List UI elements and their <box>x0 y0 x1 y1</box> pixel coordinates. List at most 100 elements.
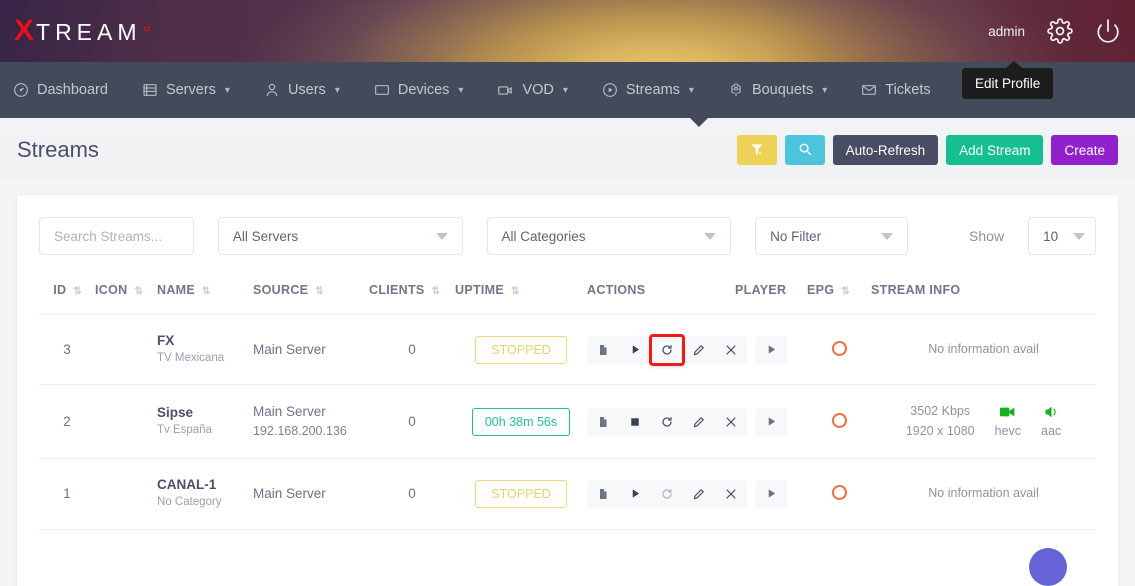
nav-item-tickets[interactable]: Tickets <box>844 62 947 118</box>
table-row[interactable]: 2 Sipse Tv España Main Server 192.168.20… <box>39 385 1096 459</box>
floating-action-button[interactable] <box>1029 548 1067 586</box>
col-source[interactable]: SOURCE ⇅ <box>253 265 369 315</box>
col-icon[interactable]: ICON⇅ <box>95 265 157 315</box>
clear-filter-button[interactable]: x <box>737 135 777 165</box>
epg-circle-icon[interactable] <box>832 485 847 500</box>
player-button-group <box>755 336 787 364</box>
stop-icon[interactable] <box>619 408 651 436</box>
col-name-label: NAME <box>157 283 195 297</box>
nav-label-streams: Streams <box>626 82 680 98</box>
epg-circle-icon[interactable] <box>832 341 847 356</box>
stream-category: No Category <box>157 494 253 511</box>
filter-select-value: No Filter <box>770 229 821 244</box>
servers-select[interactable]: All Servers <box>218 217 463 255</box>
play-icon[interactable] <box>755 336 787 364</box>
resolution-value: 1920 x 1080 <box>906 422 975 441</box>
filter-select[interactable]: No Filter <box>755 217 908 255</box>
table-row[interactable]: 1 CANAL-1 No Category Main Server 0 STOP… <box>39 459 1096 529</box>
cell-epg <box>807 315 871 385</box>
close-x-icon[interactable] <box>715 408 747 436</box>
col-epg-label: EPG <box>807 283 834 297</box>
nav-active-arrow <box>690 118 708 127</box>
nav-item-streams[interactable]: Streams ▾ <box>585 62 711 118</box>
restart-icon[interactable] <box>651 480 683 508</box>
sort-icon: ⇅ <box>841 286 848 297</box>
nav-item-vod[interactable]: VOD ▾ <box>480 62 584 118</box>
cell-actions <box>587 385 735 459</box>
page-size-select[interactable]: 10 <box>1028 217 1096 255</box>
col-player-label: PLAYER <box>735 283 786 297</box>
action-button-group <box>587 336 747 364</box>
file-icon[interactable] <box>587 408 619 436</box>
stream-category: Tv España <box>157 422 253 439</box>
restart-icon[interactable] <box>651 408 683 436</box>
cell-actions <box>587 315 735 385</box>
edit-pencil-icon[interactable] <box>683 336 715 364</box>
sort-icon: ⇅ <box>432 286 439 297</box>
file-icon[interactable] <box>587 480 619 508</box>
chevron-down-icon: ▾ <box>335 85 340 96</box>
servers-select-value: All Servers <box>233 229 298 244</box>
restart-icon[interactable] <box>651 336 683 364</box>
search-input[interactable]: Search Streams... <box>39 217 194 255</box>
col-id[interactable]: ID⇅ <box>39 265 95 315</box>
create-button[interactable]: Create <box>1051 135 1118 165</box>
admin-username[interactable]: admin <box>988 24 1025 39</box>
video-codec-group: hevc <box>995 406 1021 438</box>
cell-icon <box>95 315 157 385</box>
col-icon-label: ICON <box>95 283 127 297</box>
cell-name: FX TV Mexicana <box>157 315 253 385</box>
bitrate-value: 3502 Kbps <box>906 402 975 421</box>
play-icon[interactable] <box>755 408 787 436</box>
file-icon[interactable] <box>587 336 619 364</box>
epg-circle-icon[interactable] <box>832 413 847 428</box>
play-icon[interactable] <box>619 336 651 364</box>
auto-refresh-button[interactable]: Auto-Refresh <box>833 135 939 165</box>
source-name: Main Server <box>253 341 369 359</box>
cell-id: 1 <box>39 459 95 529</box>
nav-item-users[interactable]: Users ▾ <box>247 62 357 118</box>
user-icon <box>264 82 280 98</box>
edit-pencil-icon[interactable] <box>683 408 715 436</box>
play-icon[interactable] <box>619 480 651 508</box>
nav-item-servers[interactable]: Servers ▾ <box>125 62 247 118</box>
categories-select[interactable]: All Categories <box>487 217 732 255</box>
col-source-label: SOURCE <box>253 283 308 297</box>
search-icon <box>798 142 812 159</box>
nav-label-vod: VOD <box>522 82 553 98</box>
logo-text: TREAM <box>36 19 142 46</box>
action-button-group <box>587 408 747 436</box>
page-title: Streams <box>17 137 99 163</box>
nav-item-dashboard[interactable]: Dashboard <box>0 62 125 118</box>
player-button-group <box>755 480 787 508</box>
server-icon <box>142 82 158 98</box>
stream-info-text: No information avail <box>871 340 1096 359</box>
col-clients[interactable]: CLIENTS⇅ <box>369 265 455 315</box>
col-stream-info-label: STREAM INFO <box>871 283 960 297</box>
sort-icon: ⇅ <box>315 286 322 297</box>
stream-name: FX <box>157 332 253 350</box>
table-row[interactable]: 3 FX TV Mexicana Main Server 0 STOPPED <box>39 315 1096 385</box>
cell-stream-info: No information avail <box>871 315 1096 385</box>
power-icon[interactable] <box>1095 18 1121 44</box>
col-name[interactable]: NAME⇅ <box>157 265 253 315</box>
speaker-icon <box>1044 406 1059 421</box>
col-actions-label: ACTIONS <box>587 283 645 297</box>
edit-pencil-icon[interactable] <box>683 480 715 508</box>
col-epg[interactable]: EPG ⇅ <box>807 265 871 315</box>
col-uptime[interactable]: UPTIME⇅ <box>455 265 587 315</box>
nav-item-devices[interactable]: Devices ▾ <box>357 62 481 118</box>
nav-item-bouquets[interactable]: Bouquets ▾ <box>711 62 844 118</box>
add-stream-button[interactable]: Add Stream <box>946 135 1043 165</box>
col-player: PLAYER <box>735 265 807 315</box>
search-button[interactable] <box>785 135 825 165</box>
xtream-logo[interactable]: XTREAMui <box>14 16 151 46</box>
cell-epg <box>807 385 871 459</box>
dashboard-icon <box>13 82 29 98</box>
gear-icon[interactable] <box>1047 18 1073 44</box>
play-icon[interactable] <box>755 480 787 508</box>
close-x-icon[interactable] <box>715 480 747 508</box>
chevron-down-icon <box>436 233 448 240</box>
close-x-icon[interactable] <box>715 336 747 364</box>
envelope-icon <box>861 82 877 98</box>
